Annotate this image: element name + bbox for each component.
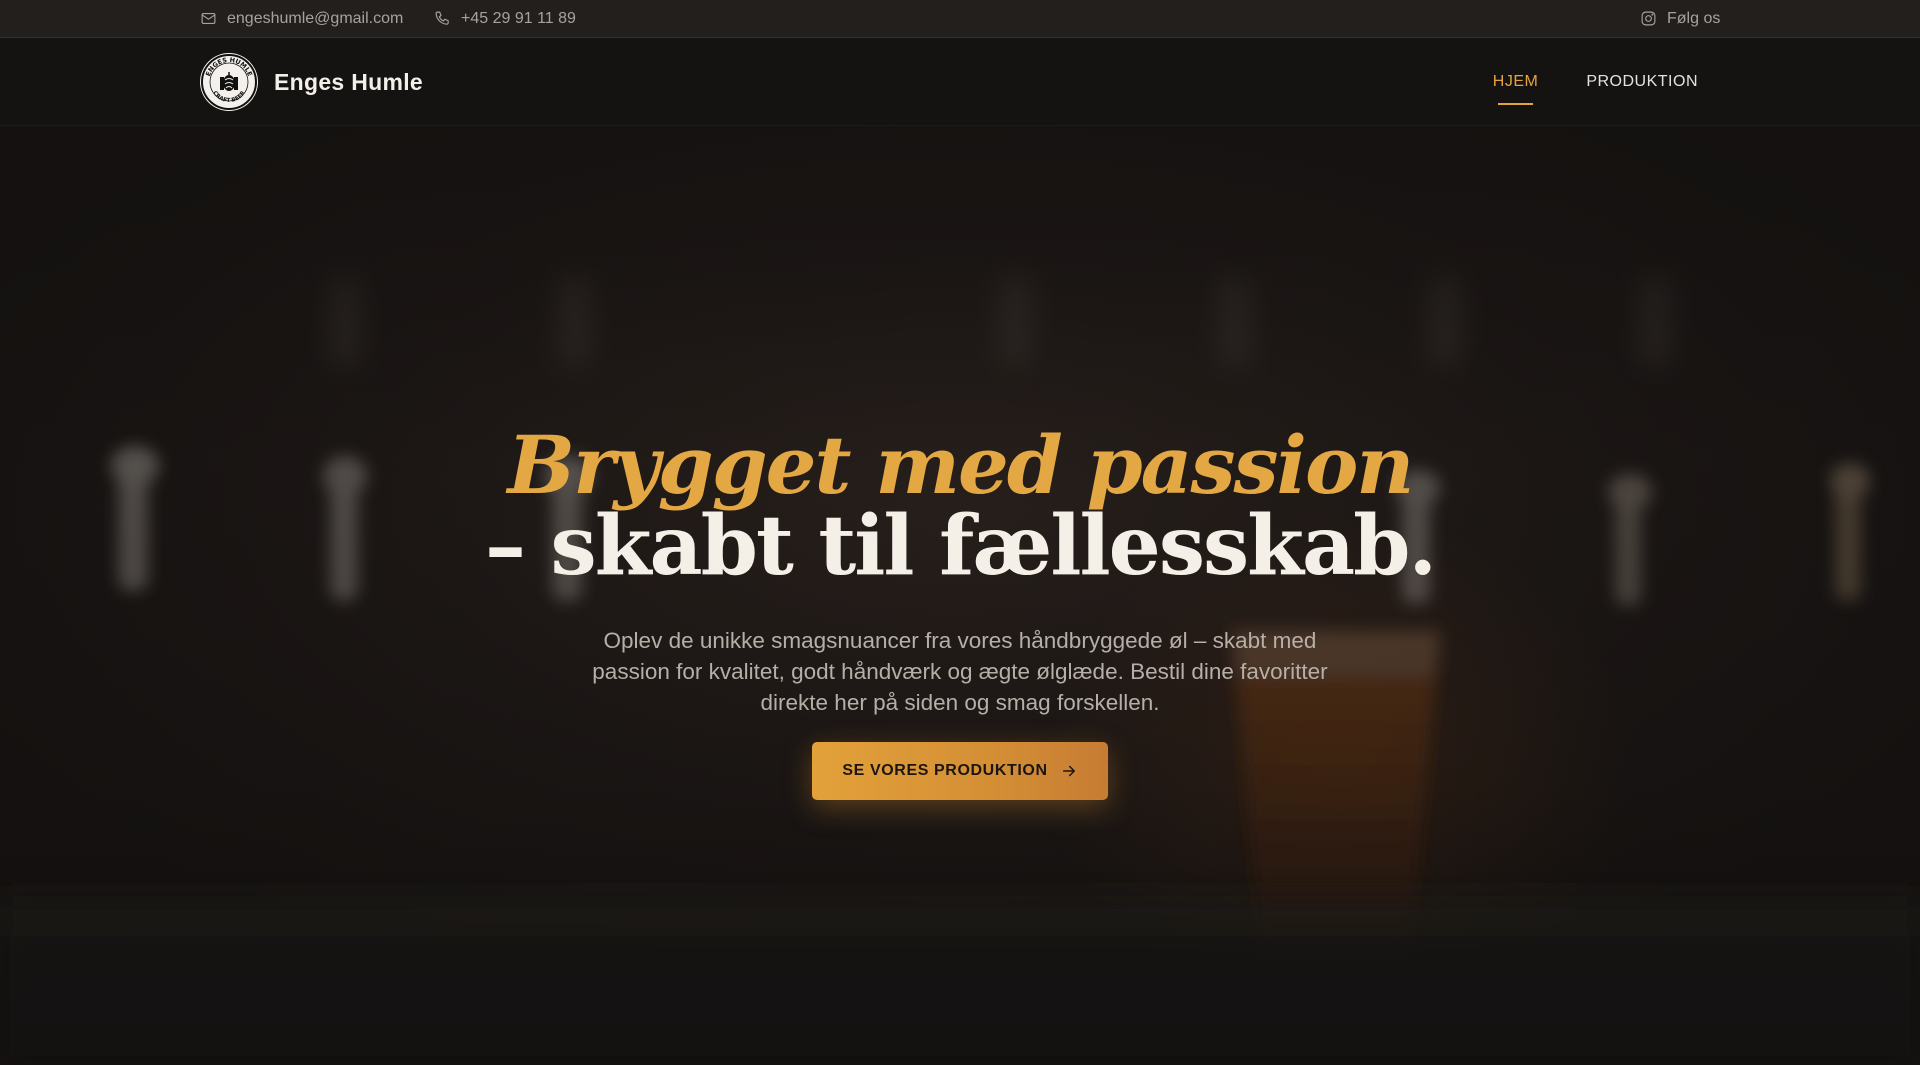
see-production-button[interactable]: SE VORES PRODUKTION	[812, 742, 1108, 800]
email-link[interactable]: engeshumle@gmail.com	[200, 0, 403, 37]
nav-links: HJEM PRODUKTION	[1493, 38, 1698, 126]
hop-logo-icon: ENGES HUMLE CRAFT BEER	[201, 54, 257, 110]
email-text: engeshumle@gmail.com	[227, 9, 404, 27]
cta-label: SE VORES PRODUKTION	[842, 762, 1048, 779]
brand-name: Enges Humle	[274, 68, 424, 95]
brand-logo: ENGES HUMLE CRAFT BEER	[200, 53, 258, 111]
hero-section: Brygget med passion – skabt til fællessk…	[0, 126, 1920, 1065]
nav-link-produktion[interactable]: PRODUKTION	[1586, 73, 1698, 91]
top-contact-bar: engeshumle@gmail.com +45 29 91 11 89 Føl…	[0, 0, 1920, 38]
follow-link[interactable]: Følg os	[1640, 0, 1720, 37]
instagram-icon	[1641, 11, 1656, 26]
hero-headline-line2: – skabt til fællesskab.	[484, 498, 1437, 594]
follow-text: Følg os	[1667, 9, 1721, 27]
phone-icon	[435, 11, 449, 25]
phone-link[interactable]: +45 29 91 11 89	[434, 0, 576, 37]
nav-link-hjem[interactable]: HJEM	[1493, 73, 1539, 105]
hero-content: Brygget med passion – skabt til fællessk…	[0, 126, 1920, 1065]
hero-lead-text: Oplev de unikke smagsnuancer fra vores h…	[592, 627, 1328, 715]
phone-text: +45 29 91 11 89	[461, 9, 576, 27]
arrow-right-icon	[1062, 765, 1075, 777]
brand-link[interactable]: ENGES HUMLE CRAFT BEER Enges Humle	[200, 53, 423, 111]
mail-icon	[201, 12, 216, 25]
main-navbar: ENGES HUMLE CRAFT BEER Enges Humle HJEM …	[0, 38, 1920, 126]
